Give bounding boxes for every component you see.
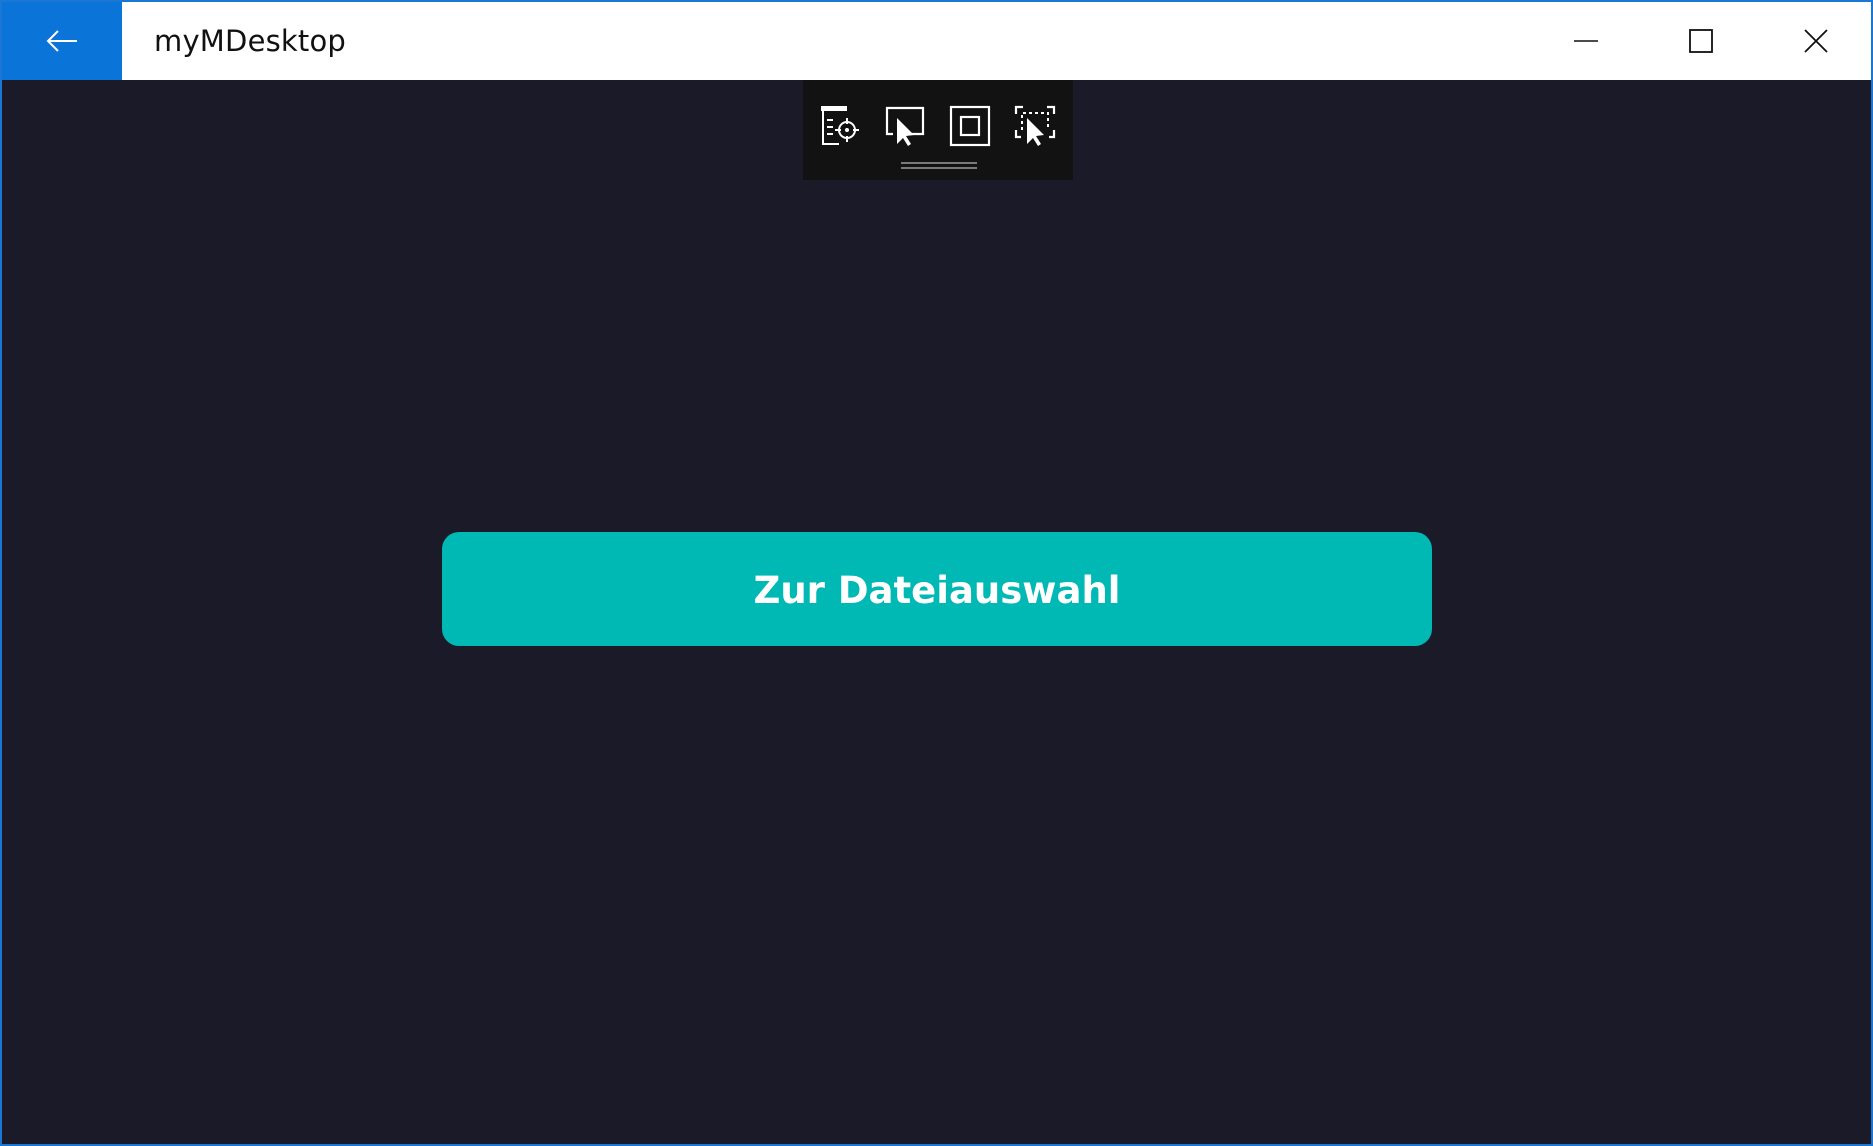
- toolbar-drag-handle[interactable]: [901, 162, 977, 169]
- close-button[interactable]: [1758, 2, 1871, 80]
- visual-tree-button[interactable]: [817, 102, 865, 150]
- file-selection-button[interactable]: Zur Dateiauswahl: [442, 532, 1432, 646]
- arrow-left-icon: [46, 30, 77, 52]
- debug-toolbar: [803, 80, 1073, 180]
- app-title: myMDesktop: [154, 24, 347, 58]
- title-bar: myMDesktop: [2, 2, 1871, 80]
- display-layout-adorners-icon: [949, 105, 991, 147]
- minimize-button[interactable]: [1528, 2, 1643, 80]
- select-element-icon: [885, 106, 925, 146]
- layout-adorners-button[interactable]: [946, 102, 994, 150]
- select-element-button[interactable]: [881, 102, 929, 150]
- file-selection-button-label: Zur Dateiauswahl: [753, 568, 1121, 612]
- track-focused-element-icon: [1014, 105, 1056, 146]
- maximize-icon: [1688, 29, 1713, 53]
- track-focus-button[interactable]: [1011, 102, 1059, 150]
- maximize-button[interactable]: [1643, 2, 1758, 80]
- visual-tree-target-icon: [821, 106, 859, 145]
- close-icon: [1803, 29, 1828, 53]
- minimize-icon: [1573, 40, 1598, 42]
- back-button[interactable]: [2, 2, 122, 80]
- app-window: myMDesktop Zur Dateiauswahl: [0, 0, 1873, 1146]
